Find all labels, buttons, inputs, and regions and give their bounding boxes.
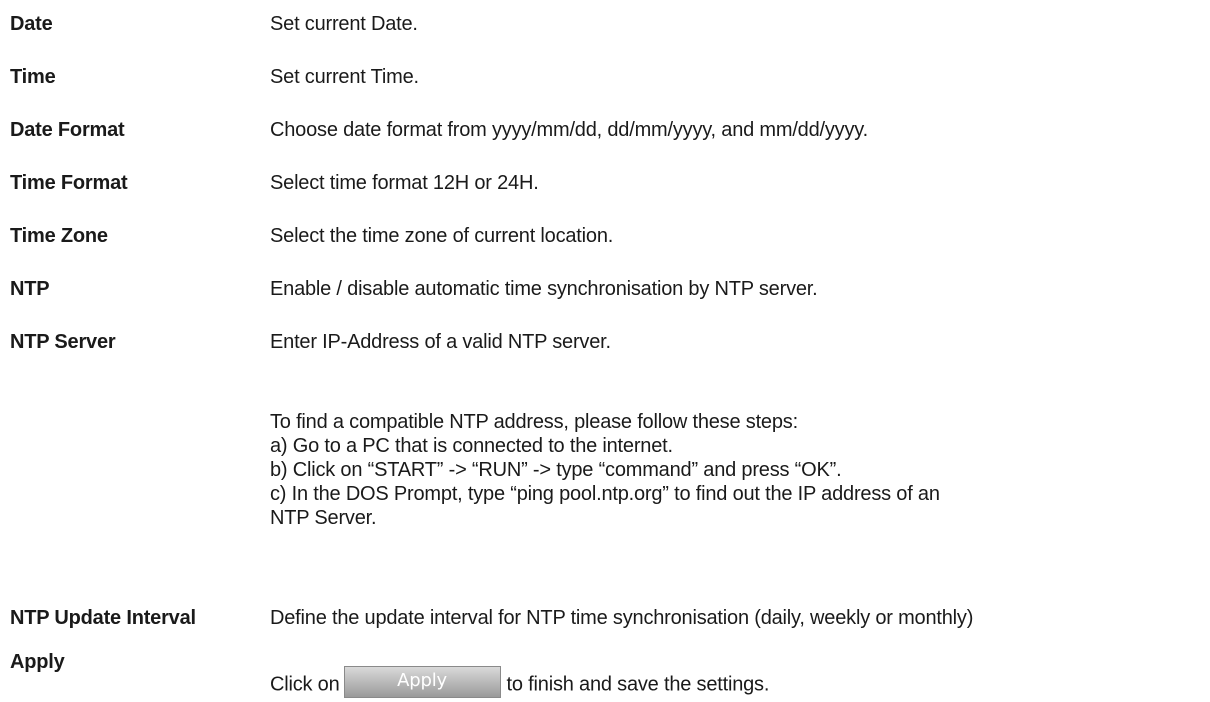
desc-date-format: Choose date format from yyyy/mm/dd, dd/m… [270,119,868,141]
term-time: Time [10,66,56,88]
desc-ntp: Enable / disable automatic time synchron… [270,278,818,300]
term-date: Date [10,13,53,35]
apply-prefix-text: Click on [270,673,340,696]
desc-time-zone: Select the time zone of current location… [270,225,614,247]
desc-time-format: Select time format 12H or 24H. [270,172,539,194]
desc-ntp-update-interval: Define the update interval for NTP time … [270,607,974,629]
term-time-format: Time Format [10,172,128,194]
desc-date: Set current Date. [270,13,418,35]
apply-button[interactable]: Apply [343,666,501,698]
ntp-steps: To find a compatible NTP address, please… [270,410,940,530]
term-time-zone: Time Zone [10,225,108,247]
ntp-step-b: b) Click on “START” -> “RUN” -> type “co… [270,459,842,481]
term-apply: Apply [10,651,65,673]
term-ntp: NTP [10,278,50,300]
apply-suffix-text: to finish and save the settings. [506,673,770,696]
desc-ntp-server: Enter IP-Address of a valid NTP server. [270,331,611,353]
desc-apply: Click on Apply to finish and save the sett… [270,666,770,698]
ntp-step-c: c) In the DOS Prompt, type “ping pool.nt… [270,483,940,505]
term-date-format: Date Format [10,119,125,141]
desc-time: Set current Time. [270,66,419,88]
ntp-steps-intro: To find a compatible NTP address, please… [270,411,798,433]
ntp-step-c-cont: NTP Server. [270,507,377,529]
term-ntp-server: NTP Server [10,331,116,353]
ntp-step-a: a) Go to a PC that is connected to the i… [270,435,673,457]
term-ntp-update-interval: NTP Update Interval [10,607,196,629]
